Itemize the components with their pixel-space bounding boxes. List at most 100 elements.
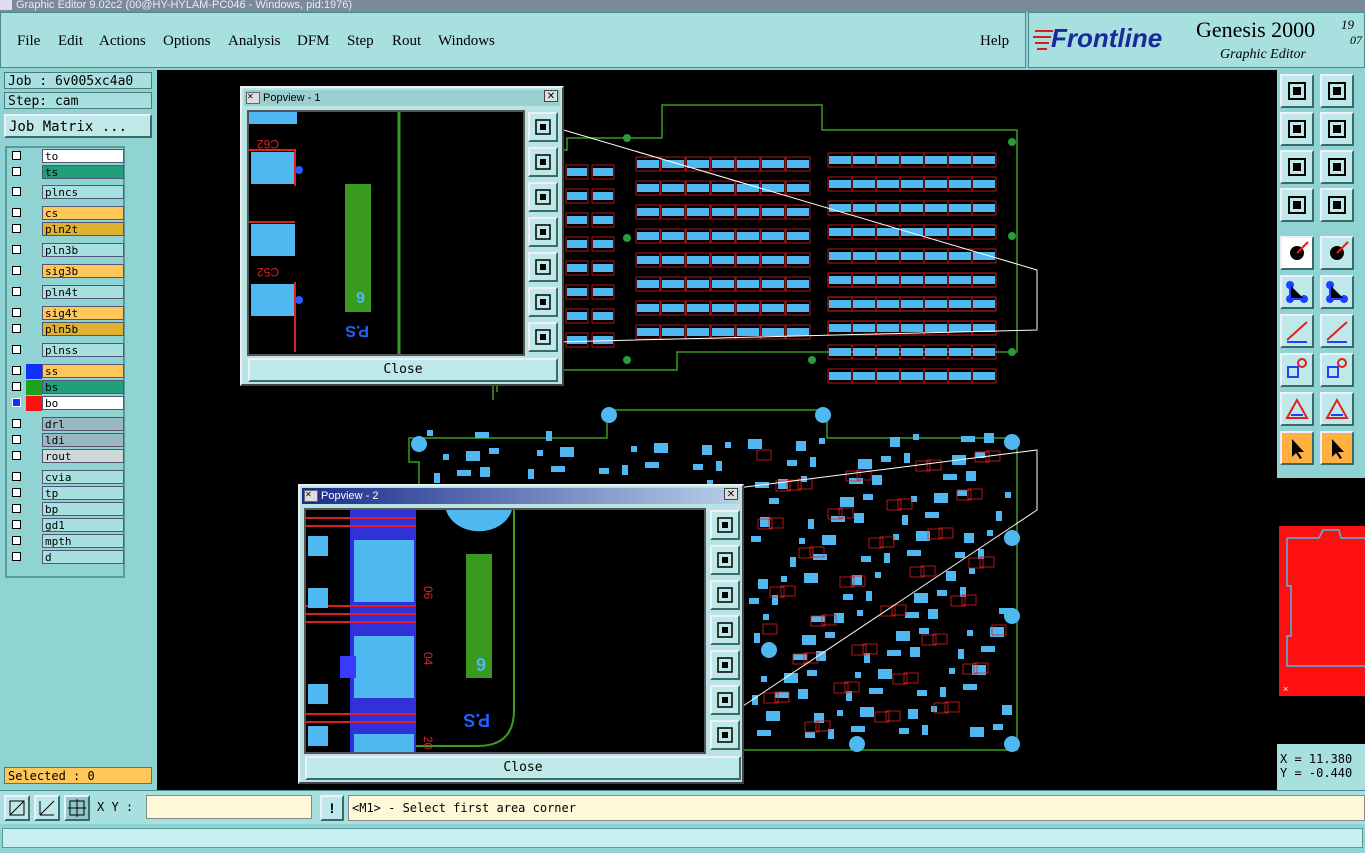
layer-name[interactable]: pln2t <box>42 222 124 236</box>
layer-row-bo[interactable]: bo <box>9 396 125 411</box>
layer-checkbox[interactable] <box>12 167 21 176</box>
layer-checkbox[interactable] <box>12 451 21 460</box>
triangle-a-icon[interactable] <box>1320 392 1354 426</box>
layer-checkbox[interactable] <box>12 245 21 254</box>
snap-node-icon[interactable] <box>1280 275 1314 309</box>
popview-1-titlebar[interactable]: ✕ Popview - 1 <box>244 90 560 106</box>
menu-help[interactable]: Help <box>980 33 1009 50</box>
layer-name[interactable]: pln3b <box>42 243 124 257</box>
layer-name[interactable]: drl <box>42 417 124 431</box>
popview-2-view[interactable]: 06 04 6 P.S 20 <box>304 508 706 754</box>
layer-row-bs[interactable]: bs <box>9 380 125 395</box>
layer-row-ss[interactable]: ss <box>9 364 125 379</box>
layer-row-d[interactable]: d <box>9 550 125 565</box>
popview-2-pan-left-icon[interactable] <box>710 615 740 645</box>
tools-icon[interactable] <box>1280 188 1314 222</box>
layer-checkbox[interactable] <box>12 208 21 217</box>
layer-name[interactable]: d <box>42 550 124 564</box>
layer-row-drl[interactable]: drl <box>9 417 125 432</box>
layer-name[interactable]: sig3b <box>42 264 124 278</box>
layer-name[interactable]: tp <box>42 486 124 500</box>
pad-icon[interactable] <box>1280 353 1314 387</box>
popview-2-titlebar[interactable]: ✕ Popview - 2 <box>302 488 740 504</box>
layer-name[interactable]: bs <box>42 380 124 394</box>
layer-name[interactable]: ss <box>42 364 124 378</box>
draw-arc-icon[interactable] <box>1320 314 1354 348</box>
layer-checkbox[interactable] <box>12 151 21 160</box>
layer-name[interactable]: plncs <box>42 185 124 199</box>
layer-checkbox[interactable] <box>12 552 21 561</box>
layer-row-ldi[interactable]: ldi <box>9 433 125 448</box>
layer-name[interactable]: gd1 <box>42 518 124 532</box>
popview-1-close-button[interactable]: Close <box>248 358 558 382</box>
alert-icon[interactable]: ! <box>320 795 344 821</box>
layer-row-to[interactable]: to <box>9 149 125 164</box>
layer-row-cvia[interactable]: cvia <box>9 470 125 485</box>
measure-icon[interactable] <box>34 795 60 821</box>
layer-checkbox[interactable] <box>12 187 21 196</box>
popview-1-close-icon[interactable]: ✕ <box>544 90 558 102</box>
cross-icon[interactable] <box>1320 275 1354 309</box>
layer-row-sig3b[interactable]: sig3b <box>9 264 125 279</box>
snap-grid-icon[interactable] <box>64 795 90 821</box>
zoom-center-icon[interactable] <box>1320 150 1354 184</box>
xy-input[interactable] <box>146 795 312 819</box>
layer-checkbox[interactable] <box>12 308 21 317</box>
pointer-icon[interactable] <box>1280 431 1314 465</box>
popview-1-fit-icon[interactable] <box>528 112 558 142</box>
menu-edit[interactable]: Edit <box>58 33 83 50</box>
layer-checkbox[interactable] <box>12 224 21 233</box>
layer-checkbox[interactable] <box>12 472 21 481</box>
layer-checkbox[interactable] <box>12 435 21 444</box>
popview-2-fit-icon[interactable] <box>710 510 740 540</box>
layer-row-cs[interactable]: cs <box>9 206 125 221</box>
triangle-icon[interactable] <box>1280 392 1314 426</box>
layer-checkbox[interactable] <box>12 382 21 391</box>
layer-name[interactable]: pln4t <box>42 285 124 299</box>
job-matrix-button[interactable]: Job Matrix ... <box>4 114 152 138</box>
layer-checkbox[interactable] <box>12 345 21 354</box>
layer-right-icon[interactable] <box>1320 112 1354 146</box>
layer-row-pln5b[interactable]: pln5b <box>9 322 125 337</box>
layer-name[interactable]: to <box>42 149 124 163</box>
menu-actions[interactable]: Actions <box>99 33 146 50</box>
layer-checkbox[interactable] <box>12 266 21 275</box>
layer-row-tp[interactable]: tp <box>9 486 125 501</box>
layer-checkbox[interactable] <box>12 504 21 513</box>
menu-file[interactable]: File <box>17 33 40 50</box>
grid-icon[interactable] <box>1320 188 1354 222</box>
layer-name[interactable]: plnss <box>42 343 124 357</box>
measure-line-icon[interactable] <box>1320 353 1354 387</box>
overview-map[interactable]: × <box>1279 526 1365 696</box>
popview-2-zoom-in-icon[interactable] <box>710 685 740 715</box>
menu-options[interactable]: Options <box>163 33 211 50</box>
layer-row-pln2t[interactable]: pln2t <box>9 222 125 237</box>
layer-checkbox[interactable] <box>12 366 21 375</box>
fit-screen-icon[interactable] <box>1280 150 1314 184</box>
menu-step[interactable]: Step <box>347 33 374 50</box>
popview-2-close-icon[interactable]: ✕ <box>724 488 738 500</box>
menu-analysis[interactable]: Analysis <box>228 33 281 50</box>
layer-row-gd1[interactable]: gd1 <box>9 518 125 533</box>
layer-row-pln3b[interactable]: pln3b <box>9 243 125 258</box>
command-line[interactable] <box>2 828 1363 848</box>
popview-2-close-button[interactable]: Close <box>305 756 741 780</box>
layer-down-icon[interactable] <box>1320 74 1354 108</box>
layer-row-ts[interactable]: ts <box>9 165 125 180</box>
layer-row-pln4t[interactable]: pln4t <box>9 285 125 300</box>
layer-name[interactable]: ts <box>42 165 124 179</box>
route-icon[interactable] <box>1320 236 1354 270</box>
layer-checkbox[interactable] <box>12 398 21 407</box>
popview-2-pan-down-icon[interactable] <box>710 580 740 610</box>
popview-1-pan-down-icon[interactable] <box>528 182 558 212</box>
layer-name[interactable]: cs <box>42 206 124 220</box>
layer-row-rout[interactable]: rout <box>9 449 125 464</box>
layer-row-sig4t[interactable]: sig4t <box>9 306 125 321</box>
layer-row-mpth[interactable]: mpth <box>9 534 125 549</box>
menu-windows[interactable]: Windows <box>438 33 495 50</box>
layer-name[interactable]: cvia <box>42 470 124 484</box>
popview-2-pan-right-icon[interactable] <box>710 650 740 680</box>
layer-row-plncs[interactable]: plncs <box>9 185 125 200</box>
menu-rout[interactable]: Rout <box>392 33 421 50</box>
layer-checkbox[interactable] <box>12 536 21 545</box>
